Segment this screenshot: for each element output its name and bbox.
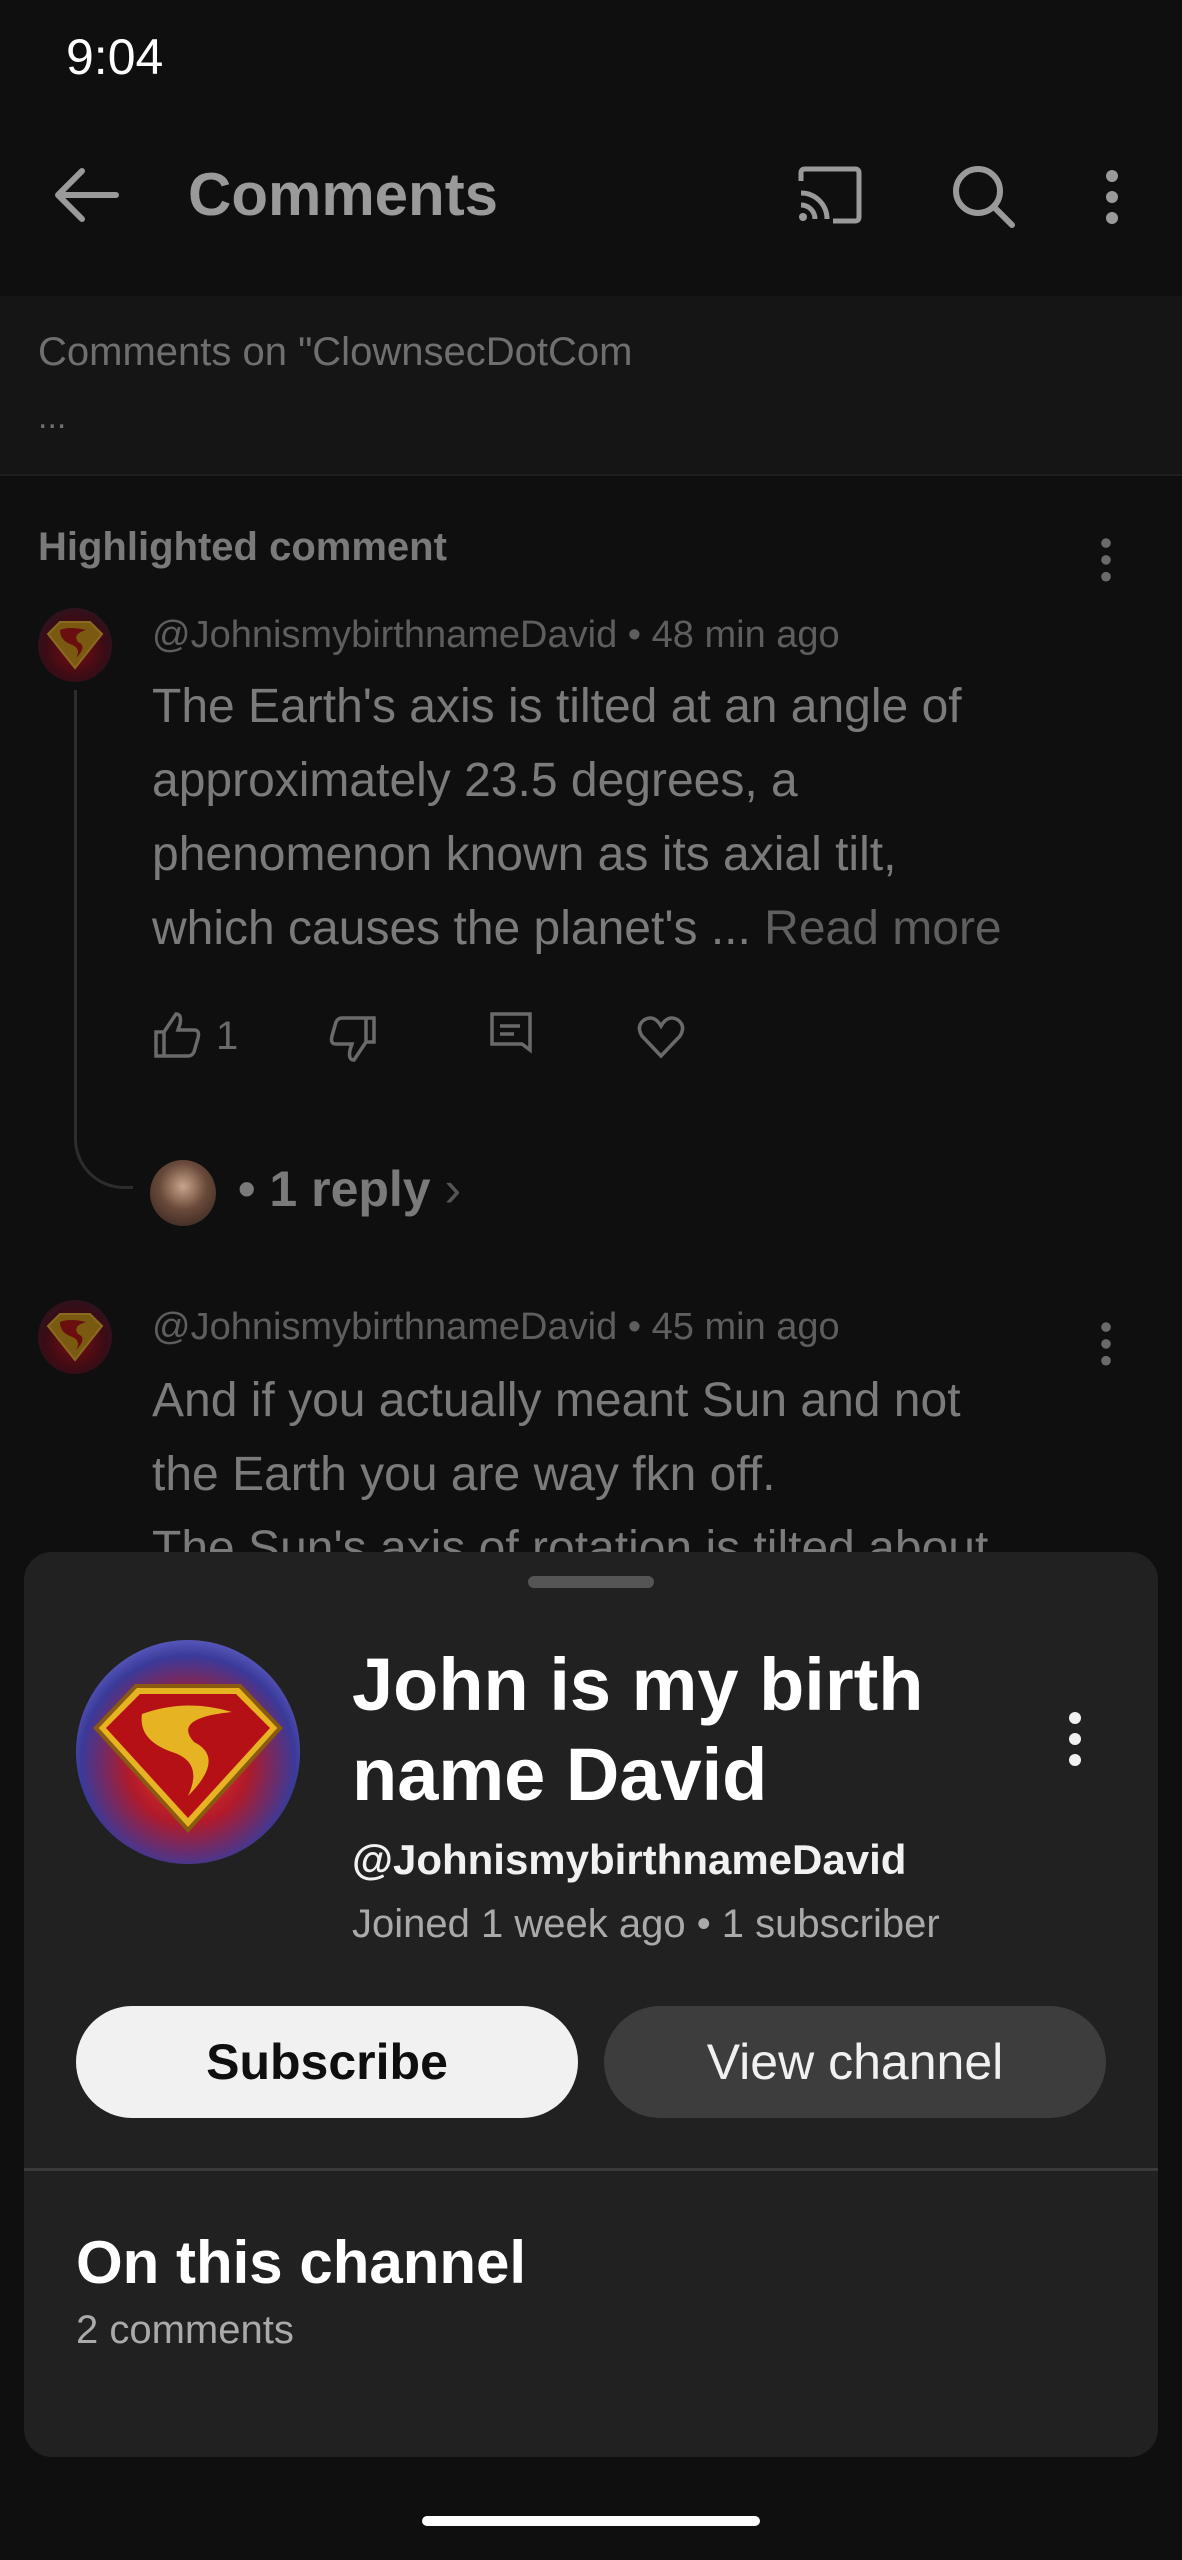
like-icon[interactable] [152,1010,202,1060]
cast-icon[interactable] [795,165,865,225]
channel-join-info: Joined 1 week ago • 1 subscriber [352,1902,940,1946]
reply-count: 1 reply [269,1161,431,1217]
chevron-right-icon: › [444,1161,462,1217]
view-replies-link[interactable]: • 1 reply › [238,1160,461,1218]
comment-line: approximately 23.5 degrees, a [152,754,798,807]
comment-more-icon[interactable] [1098,538,1114,588]
sheet-drag-handle[interactable] [528,1576,654,1588]
subscribe-button[interactable]: Subscribe [76,2006,578,2118]
page-title: Comments [188,161,499,228]
reply-icon[interactable] [486,1010,536,1060]
divider [24,2168,1158,2171]
highlighted-comment-heading: Highlighted comment [38,525,447,569]
separator-dot: • [627,1306,642,1348]
comment-author[interactable]: @JohnismybirthnameDavid [152,1306,617,1348]
gesture-nav-bar[interactable] [422,2516,760,2526]
heart-icon[interactable] [636,1012,686,1062]
channel-comments-count[interactable]: 2 comments [76,2308,294,2353]
more-vert-icon[interactable] [1102,170,1122,233]
view-channel-button[interactable]: View channel [604,2006,1106,2118]
comment-line: The Earth's axis is tilted at an angle o… [152,680,962,733]
back-arrow-icon[interactable] [52,165,122,225]
context-ellipsis: ... [38,398,67,436]
read-more-link[interactable]: Read more [764,902,1001,955]
comment-body[interactable]: The Earth's axis is tilted at an angle o… [152,670,1112,966]
channel-handle: @JohnismybirthnameDavid [352,1836,907,1883]
comment-time: 45 min ago [651,1306,840,1348]
on-this-channel-heading: On this channel [76,2229,527,2296]
like-count: 1 [216,1014,239,1058]
thread-line [74,690,133,1189]
comment-author[interactable]: @JohnismybirthnameDavid [152,614,617,656]
comment-line: And if you actually meant Sun and not [152,1374,961,1427]
superman-logo-icon [46,621,104,670]
separator-dot: • [627,614,642,656]
comment-line: phenomenon known as its axial tilt, [152,828,897,881]
channel-avatar[interactable] [76,1640,300,1864]
avatar[interactable] [38,1300,112,1374]
comment-line: the Earth you are way fkn off. [152,1448,776,1501]
dislike-icon[interactable] [328,1014,378,1064]
comment-line: which causes the planet's ... Read more [152,902,1002,955]
comment-time: 48 min ago [651,614,840,656]
reply-avatar[interactable] [150,1160,216,1226]
channel-name: John is my birth name David [352,1643,924,1816]
superman-logo-icon [46,1313,104,1362]
sheet-more-icon[interactable] [1065,1712,1085,1775]
search-icon[interactable] [950,163,1016,229]
avatar[interactable] [38,608,112,682]
status-time: 9:04 [66,29,164,85]
comments-context-header [0,296,1182,476]
superman-logo-icon [76,1640,300,1864]
context-title: Comments on "ClownsecDotCom [38,330,633,374]
